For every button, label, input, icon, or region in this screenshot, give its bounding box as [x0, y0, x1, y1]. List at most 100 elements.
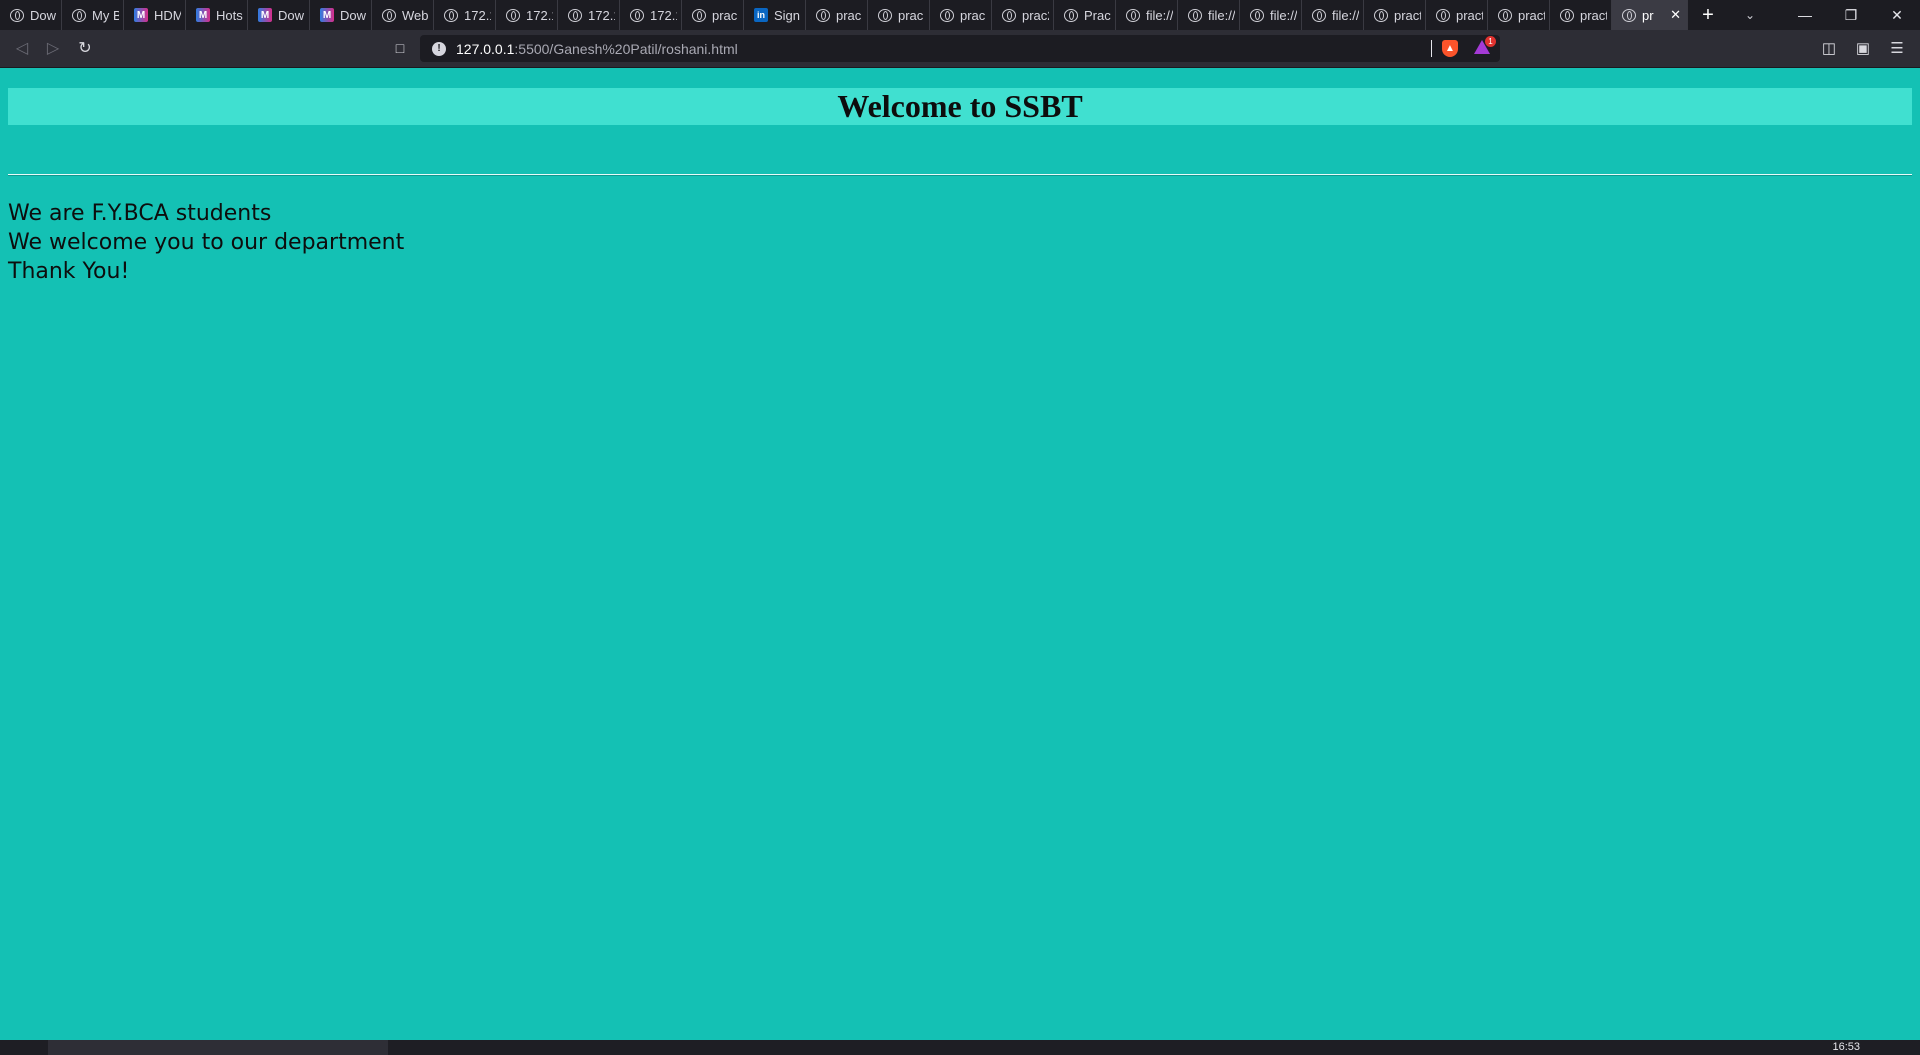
- tab-label: 172.1: [588, 7, 615, 23]
- globe-icon: [568, 8, 582, 22]
- browser-tab[interactable]: prac: [682, 0, 744, 30]
- browser-tab[interactable]: M Dow: [310, 0, 372, 30]
- globe-icon: [506, 8, 520, 22]
- browser-tab[interactable]: Dow: [0, 0, 62, 30]
- tab-label: prac: [836, 7, 862, 23]
- rewards-badge: 1: [1485, 36, 1496, 47]
- address-bar-divider: [1431, 40, 1432, 57]
- globe-icon: [630, 8, 644, 22]
- tab-label: Dow: [30, 7, 57, 23]
- brave-rewards-icon[interactable]: 1: [1474, 36, 1496, 56]
- restore-icon[interactable]: ❐: [1828, 0, 1874, 30]
- bookmark-icon[interactable]: □: [388, 36, 412, 60]
- menu-icon[interactable]: ☰: [1885, 36, 1909, 60]
- browser-tab[interactable]: file://: [1302, 0, 1364, 30]
- globe-icon: [1126, 8, 1140, 22]
- body-text: We are F.Y.BCA students We welcome you t…: [8, 199, 404, 286]
- tab-label: prac2: [1022, 7, 1049, 23]
- globe-icon: [1498, 8, 1512, 22]
- browser-tab[interactable]: pract: [1426, 0, 1488, 30]
- browser-tab[interactable]: prac2: [992, 0, 1054, 30]
- taskbar-clock: 16:53: [1832, 1041, 1860, 1053]
- browser-tab[interactable]: file://: [1116, 0, 1178, 30]
- browser-tab[interactable]: Web: [372, 0, 434, 30]
- site-info-icon[interactable]: !: [432, 41, 446, 56]
- tab-label: prac: [898, 7, 924, 23]
- globe-icon: [1436, 8, 1450, 22]
- tab-label: 172.1: [650, 7, 677, 23]
- page-viewport: Welcome to SSBT We are F.Y.BCA students …: [0, 67, 1920, 1040]
- browser-tab[interactable]: 172.1: [434, 0, 496, 30]
- tab-label: My B: [92, 7, 119, 23]
- browser-tab[interactable]: 172.1: [558, 0, 620, 30]
- browser-toolbar: ◁ ▷ ↻ □ ! 127.0.0.1:5500/Ganesh%20Patil/…: [0, 30, 1920, 68]
- back-icon[interactable]: ◁: [10, 36, 34, 60]
- tab-label: pract: [1394, 7, 1421, 23]
- globe-icon: [816, 8, 830, 22]
- tab-label: Dow: [340, 7, 367, 23]
- tab-search-chevron-icon[interactable]: ⌄: [1730, 0, 1770, 30]
- tab-label: prac: [960, 7, 986, 23]
- tab-label: 172.1: [526, 7, 553, 23]
- globe-icon: [1002, 8, 1016, 22]
- wallet-icon[interactable]: ▣: [1851, 36, 1875, 60]
- tab-label: pract: [1580, 7, 1607, 23]
- globe-icon: [1250, 8, 1264, 22]
- globe-icon: [1188, 8, 1202, 22]
- address-bar[interactable]: ! 127.0.0.1:5500/Ganesh%20Patil/roshani.…: [420, 35, 1500, 62]
- browser-tab[interactable]: M HDM: [124, 0, 186, 30]
- browser-tab[interactable]: prac: [930, 0, 992, 30]
- browser-tab-active[interactable]: pr ✕: [1612, 0, 1688, 30]
- taskbar-search[interactable]: [48, 1040, 388, 1055]
- page-heading: Welcome to SSBT: [8, 88, 1912, 125]
- linkedin-icon: in: [754, 8, 768, 22]
- tab-label: pract: [1456, 7, 1483, 23]
- close-window-icon[interactable]: ✕: [1874, 0, 1920, 30]
- browser-tab[interactable]: file://: [1240, 0, 1302, 30]
- browser-tab[interactable]: prac: [806, 0, 868, 30]
- browser-tab[interactable]: file://: [1178, 0, 1240, 30]
- close-tab-icon[interactable]: ✕: [1668, 7, 1683, 23]
- m-logo-icon: M: [196, 8, 210, 22]
- tab-label: Hots: [216, 7, 243, 23]
- globe-icon: [10, 8, 24, 22]
- browser-tab[interactable]: prac: [868, 0, 930, 30]
- browser-tab[interactable]: My B: [62, 0, 124, 30]
- tab-label: Sign: [774, 7, 801, 23]
- m-logo-icon: M: [134, 8, 148, 22]
- tab-label: pract: [1518, 7, 1545, 23]
- browser-tab[interactable]: pract: [1488, 0, 1550, 30]
- browser-tab[interactable]: in Sign: [744, 0, 806, 30]
- reload-icon[interactable]: ↻: [73, 36, 97, 60]
- tab-strip: Dow My B M HDM M Hots M Dow M Dow Web 172.1 172.1 172…: [0, 0, 1920, 30]
- globe-icon: [692, 8, 706, 22]
- brave-shields-icon[interactable]: ▲: [1442, 40, 1458, 57]
- globe-icon: [72, 8, 86, 22]
- m-logo-icon: M: [320, 8, 334, 22]
- globe-icon: [444, 8, 458, 22]
- new-tab-button[interactable]: +: [1688, 0, 1728, 30]
- m-logo-icon: M: [258, 8, 272, 22]
- tab-label: file://: [1270, 7, 1297, 23]
- tab-label: Practi: [1084, 7, 1111, 23]
- text-line: We welcome you to our department: [8, 230, 405, 255]
- tab-label: HDM: [154, 7, 181, 23]
- sidebar-toggle-icon[interactable]: ◫: [1817, 36, 1841, 60]
- minimize-icon[interactable]: —: [1782, 0, 1828, 30]
- window-controls: — ❐ ✕: [1782, 0, 1920, 30]
- forward-icon[interactable]: ▷: [41, 36, 65, 60]
- browser-tab[interactable]: M Hots: [186, 0, 248, 30]
- browser-tab[interactable]: pract: [1550, 0, 1612, 30]
- browser-tab[interactable]: Practi: [1054, 0, 1116, 30]
- tab-label: prac: [712, 7, 738, 23]
- globe-icon: [878, 8, 892, 22]
- browser-tab[interactable]: M Dow: [248, 0, 310, 30]
- globe-icon: [1064, 8, 1078, 22]
- browser-tab[interactable]: 172.1: [620, 0, 682, 30]
- globe-icon: [940, 8, 954, 22]
- globe-icon: [1374, 8, 1388, 22]
- text-line: Thank You!: [8, 259, 130, 284]
- browser-tab[interactable]: pract: [1364, 0, 1426, 30]
- browser-tab[interactable]: 172.1: [496, 0, 558, 30]
- tab-list: Dow My B M HDM M Hots M Dow M Dow Web 172.1 172.1 172…: [0, 0, 1688, 30]
